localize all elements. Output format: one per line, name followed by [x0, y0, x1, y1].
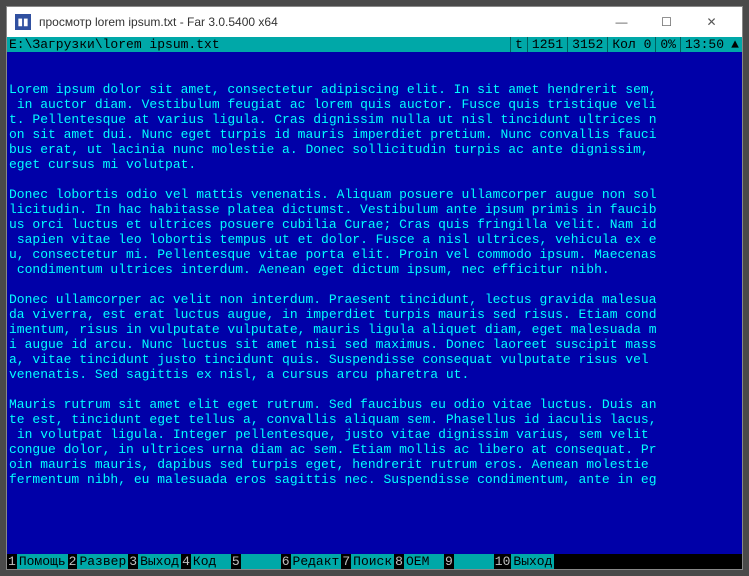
- keybar-f10[interactable]: 10 Выход: [494, 554, 555, 569]
- key-label: Поиск: [351, 554, 394, 569]
- status-codepage: 1251: [527, 37, 567, 52]
- key-label: [454, 554, 494, 569]
- keybar-f7[interactable]: 7 Поиск: [341, 554, 394, 569]
- status-encoding-flag: t: [510, 37, 527, 52]
- keybar-f4[interactable]: 4 Код: [181, 554, 231, 569]
- app-window: ▮▮ просмотр lorem ipsum.txt - Far 3.0.54…: [6, 6, 743, 570]
- keybar-f2[interactable]: 2 Развер: [68, 554, 129, 569]
- keybar: 1 Помощь 2 Развер 3 Выход 4 Код 5 6: [7, 554, 742, 569]
- file-path: E:\Загрузки\lorem ipsum.txt: [7, 37, 510, 52]
- key-label: Редакт: [291, 554, 342, 569]
- key-num: 2: [68, 554, 78, 569]
- console-area: E:\Загрузки\lorem ipsum.txt t 1251 3 1 5 2 …: [7, 37, 742, 569]
- key-label: Выход: [138, 554, 181, 569]
- status-column: Кол 0: [607, 37, 655, 52]
- maximize-button[interactable]: ☐: [644, 8, 689, 36]
- status-time: 13:50: [680, 37, 728, 52]
- keybar-f8[interactable]: 8 OEM: [394, 554, 444, 569]
- key-num: 10: [494, 554, 512, 569]
- key-num: 5: [231, 554, 241, 569]
- key-label: Развер: [77, 554, 128, 569]
- key-num: 4: [181, 554, 191, 569]
- key-num: 9: [444, 554, 454, 569]
- key-label: [241, 554, 281, 569]
- keybar-f5[interactable]: 5: [231, 554, 281, 569]
- key-num: 8: [394, 554, 404, 569]
- key-num: 7: [341, 554, 351, 569]
- viewer-statusbar: E:\Загрузки\lorem ipsum.txt t 1251 3152 …: [7, 37, 742, 52]
- keybar-f3[interactable]: 3 Выход: [128, 554, 181, 569]
- key-label: OEM: [404, 554, 444, 569]
- titlebar[interactable]: ▮▮ просмотр lorem ipsum.txt - Far 3.0.54…: [7, 7, 742, 37]
- window-controls: — ☐ ✕: [599, 8, 734, 36]
- viewer-content[interactable]: Lorem ipsum dolor sit amet, consectetur …: [7, 52, 742, 554]
- key-num: 6: [281, 554, 291, 569]
- key-label: Выход: [511, 554, 554, 569]
- file-text: Lorem ipsum dolor sit amet, consectetur …: [9, 82, 657, 487]
- app-icon: ▮▮: [15, 14, 31, 30]
- scroll-up-icon[interactable]: ▲: [728, 37, 742, 52]
- key-label: Помощь: [17, 554, 68, 569]
- status-filesize: 3152: [567, 37, 607, 52]
- scrollbar-track[interactable]: [728, 52, 742, 554]
- keybar-f9[interactable]: 9: [444, 554, 494, 569]
- status-percent: 0%: [655, 37, 680, 52]
- minimize-button[interactable]: —: [599, 8, 644, 36]
- key-label: Код: [191, 554, 231, 569]
- close-button[interactable]: ✕: [689, 8, 734, 36]
- window-title: просмотр lorem ipsum.txt - Far 3.0.5400 …: [39, 15, 599, 29]
- keybar-f6[interactable]: 6 Редакт: [281, 554, 342, 569]
- key-num: 3: [128, 554, 138, 569]
- key-num: 1: [7, 554, 17, 569]
- keybar-f1[interactable]: 1 Помощь: [7, 554, 68, 569]
